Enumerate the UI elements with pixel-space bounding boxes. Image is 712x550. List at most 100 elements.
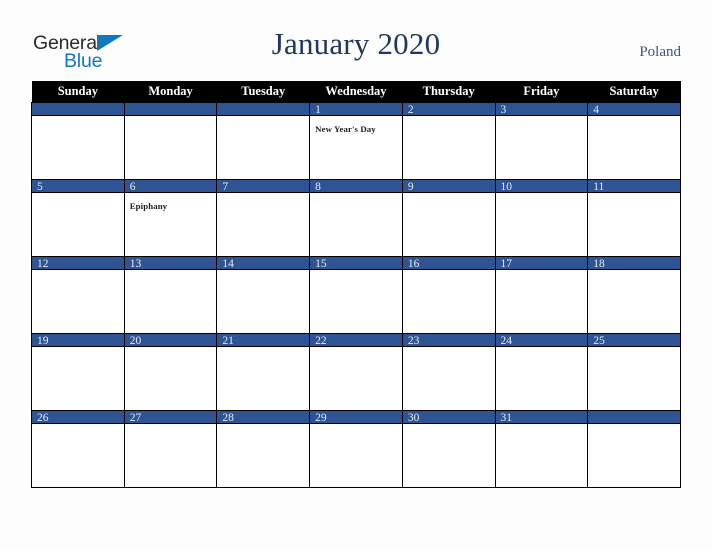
day-number: 20 [124,333,217,347]
calendar-day-cell[interactable]: 18 [587,256,681,333]
day-number: 2 [402,102,495,116]
weekday-header-row: Sunday Monday Tuesday Wednesday Thursday… [31,81,681,102]
day-content [310,347,402,408]
day-number: 6 [124,179,217,193]
weekday-header-thursday: Thursday [402,81,496,102]
day-number: 11 [588,179,680,193]
calendar-day-cell[interactable]: 24 [494,333,589,410]
calendar-day-cell[interactable] [216,102,311,179]
day-content [403,116,495,177]
calendar-body: 1 New Year's Day 2 3 4 5 6 Epiphany 7 8 9 10 11 12 13 1… [31,102,681,488]
day-content [217,193,309,254]
calendar-day-cell[interactable]: 23 [401,333,496,410]
calendar-day-cell[interactable]: 21 [216,333,311,410]
day-content [496,424,588,485]
day-content [403,424,495,485]
calendar-day-cell[interactable]: 29 [309,410,403,488]
day-content [588,424,680,485]
day-number [217,102,310,116]
day-content [125,424,217,485]
day-number: 16 [402,256,495,270]
day-content: New Year's Day [310,116,402,177]
day-number [124,102,217,116]
day-number: 26 [32,410,124,424]
calendar-day-cell[interactable]: 6 Epiphany [123,179,218,256]
calendar-day-cell[interactable] [587,410,681,488]
page-header: General Blue January 2020 Poland [0,0,712,78]
day-content [217,116,309,177]
day-content [310,270,402,331]
calendar-week-row: 5 6 Epiphany 7 8 9 10 11 [31,179,681,256]
day-number: 31 [495,410,588,424]
day-number: 14 [217,256,310,270]
day-number: 27 [124,410,217,424]
holiday-label: New Year's Day [315,124,376,134]
calendar-day-cell[interactable]: 4 [587,102,681,179]
calendar-day-cell[interactable]: 22 [309,333,403,410]
calendar-day-cell[interactable]: 31 [494,410,589,488]
holiday-label: Epiphany [129,201,168,211]
weekday-header-sunday: Sunday [31,81,125,102]
day-number: 25 [588,333,680,347]
calendar-day-cell[interactable]: 1 New Year's Day [309,102,403,179]
day-number: 7 [217,179,310,193]
day-content [588,193,680,254]
day-number: 30 [402,410,495,424]
calendar-day-cell[interactable]: 9 [401,179,496,256]
day-content [588,116,680,177]
calendar-day-cell[interactable] [31,102,125,179]
calendar-day-cell[interactable]: 2 [401,102,496,179]
day-number: 18 [588,256,680,270]
day-content [496,270,588,331]
day-number: 3 [495,102,588,116]
day-number: 12 [32,256,124,270]
calendar-day-cell[interactable]: 11 [587,179,681,256]
day-number [588,410,680,424]
day-content [217,424,309,485]
calendar-day-cell[interactable]: 8 [309,179,403,256]
day-number: 22 [310,333,402,347]
calendar-day-cell[interactable] [123,102,218,179]
calendar-week-row: 1 New Year's Day 2 3 4 [31,102,681,179]
day-content [125,270,217,331]
day-content [403,270,495,331]
day-content [403,193,495,254]
calendar-day-cell[interactable]: 12 [31,256,125,333]
day-content [32,270,124,331]
calendar-week-row: 19 20 21 22 23 24 25 [31,333,681,410]
calendar-day-cell[interactable]: 25 [587,333,681,410]
calendar-day-cell[interactable]: 26 [31,410,125,488]
day-content [32,347,124,408]
day-content [310,424,402,485]
calendar-day-cell[interactable]: 19 [31,333,125,410]
calendar-day-cell[interactable]: 27 [123,410,218,488]
calendar-day-cell[interactable]: 10 [494,179,589,256]
calendar-day-cell[interactable]: 3 [494,102,589,179]
weekday-header-saturday: Saturday [587,81,681,102]
day-number: 19 [32,333,124,347]
calendar-day-cell[interactable]: 7 [216,179,311,256]
calendar-day-cell[interactable]: 28 [216,410,311,488]
calendar-page: General Blue January 2020 Poland Sunday … [0,0,712,550]
day-number: 21 [217,333,310,347]
day-number: 23 [402,333,495,347]
day-number: 24 [495,333,588,347]
calendar-day-cell[interactable]: 15 [309,256,403,333]
calendar-day-cell[interactable]: 17 [494,256,589,333]
calendar-day-cell[interactable]: 14 [216,256,311,333]
calendar-day-cell[interactable]: 30 [401,410,496,488]
day-content [125,347,217,408]
calendar-day-cell[interactable]: 20 [123,333,218,410]
day-content [310,193,402,254]
day-content [496,193,588,254]
day-number: 8 [310,179,402,193]
calendar-day-cell[interactable]: 16 [401,256,496,333]
calendar-day-cell[interactable]: 5 [31,179,125,256]
day-content [32,193,124,254]
day-number: 15 [310,256,402,270]
day-content [217,270,309,331]
day-number: 29 [310,410,402,424]
day-number: 13 [124,256,217,270]
calendar-day-cell[interactable]: 13 [123,256,218,333]
day-number: 17 [495,256,588,270]
